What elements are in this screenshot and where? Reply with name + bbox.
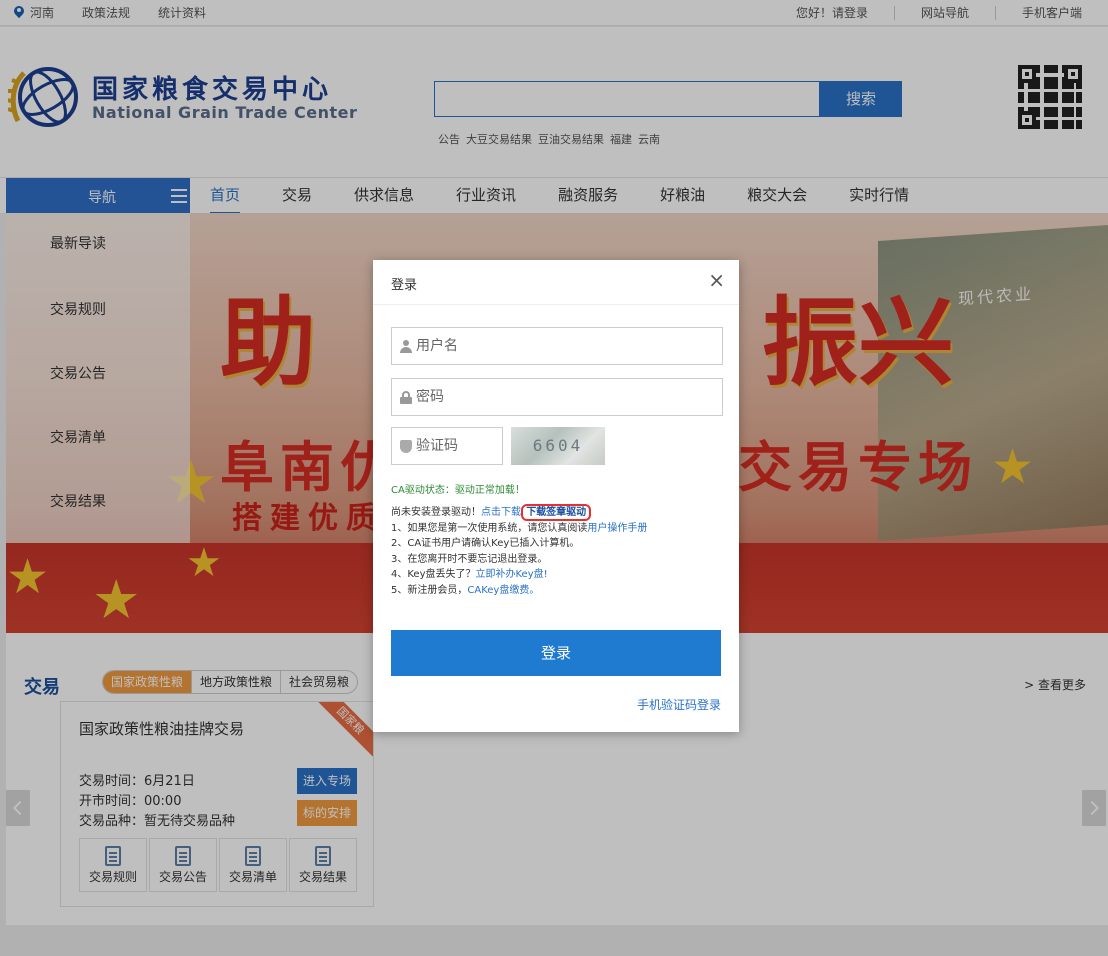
ca-driver-status: CA驱动状态：驱动正常加载！	[391, 485, 525, 496]
instruction-5: 5、新注册会员，	[391, 584, 468, 596]
shield-icon	[400, 439, 412, 453]
modal-title: 登录	[391, 278, 418, 293]
username-field[interactable]	[391, 327, 723, 365]
login-modal: 登录 × 6604 CA驱动状态：驱动正常加载！ 尚未安装登录驱动！点击下载 下…	[373, 260, 739, 732]
login-instructions: 尚未安装登录驱动！点击下载 下载签章驱动 1、如果您是第一次使用系统，请您认真阅…	[391, 504, 731, 598]
download-driver-link[interactable]: 点击下载	[481, 507, 521, 518]
password-field[interactable]	[391, 378, 723, 416]
instruction-1: 1、如果您是第一次使用系统，请您认真阅读	[391, 522, 588, 534]
user-icon	[400, 339, 412, 353]
instruction-2: 2、CA证书用户请确认Key已插入计算机。	[391, 538, 580, 549]
password-input[interactable]	[416, 389, 696, 405]
captcha-field[interactable]	[391, 427, 503, 465]
cakey-payment-link[interactable]: CAKey盘缴费。	[467, 585, 539, 596]
close-icon[interactable]: ×	[708, 270, 725, 290]
captcha-image[interactable]: 6604	[511, 427, 605, 465]
login-button[interactable]: 登录	[391, 630, 721, 676]
lock-icon	[400, 390, 412, 404]
username-input[interactable]	[416, 338, 696, 354]
driver-missing-text: 尚未安装登录驱动！	[391, 507, 481, 518]
instruction-4: 4、Key盘丢失了？	[391, 569, 476, 580]
modal-divider	[373, 304, 739, 305]
sms-login-link[interactable]: 手机验证码登录	[637, 696, 721, 713]
reissue-key-link[interactable]: 立即补办Key盘!	[476, 569, 548, 580]
captcha-input[interactable]	[416, 438, 496, 454]
instruction-3: 3、在您离开时不要忘记退出登录。	[391, 553, 548, 565]
download-signature-driver-link[interactable]: 下载签章驱动	[521, 504, 592, 521]
user-manual-link[interactable]: 用户操作手册	[587, 523, 647, 534]
